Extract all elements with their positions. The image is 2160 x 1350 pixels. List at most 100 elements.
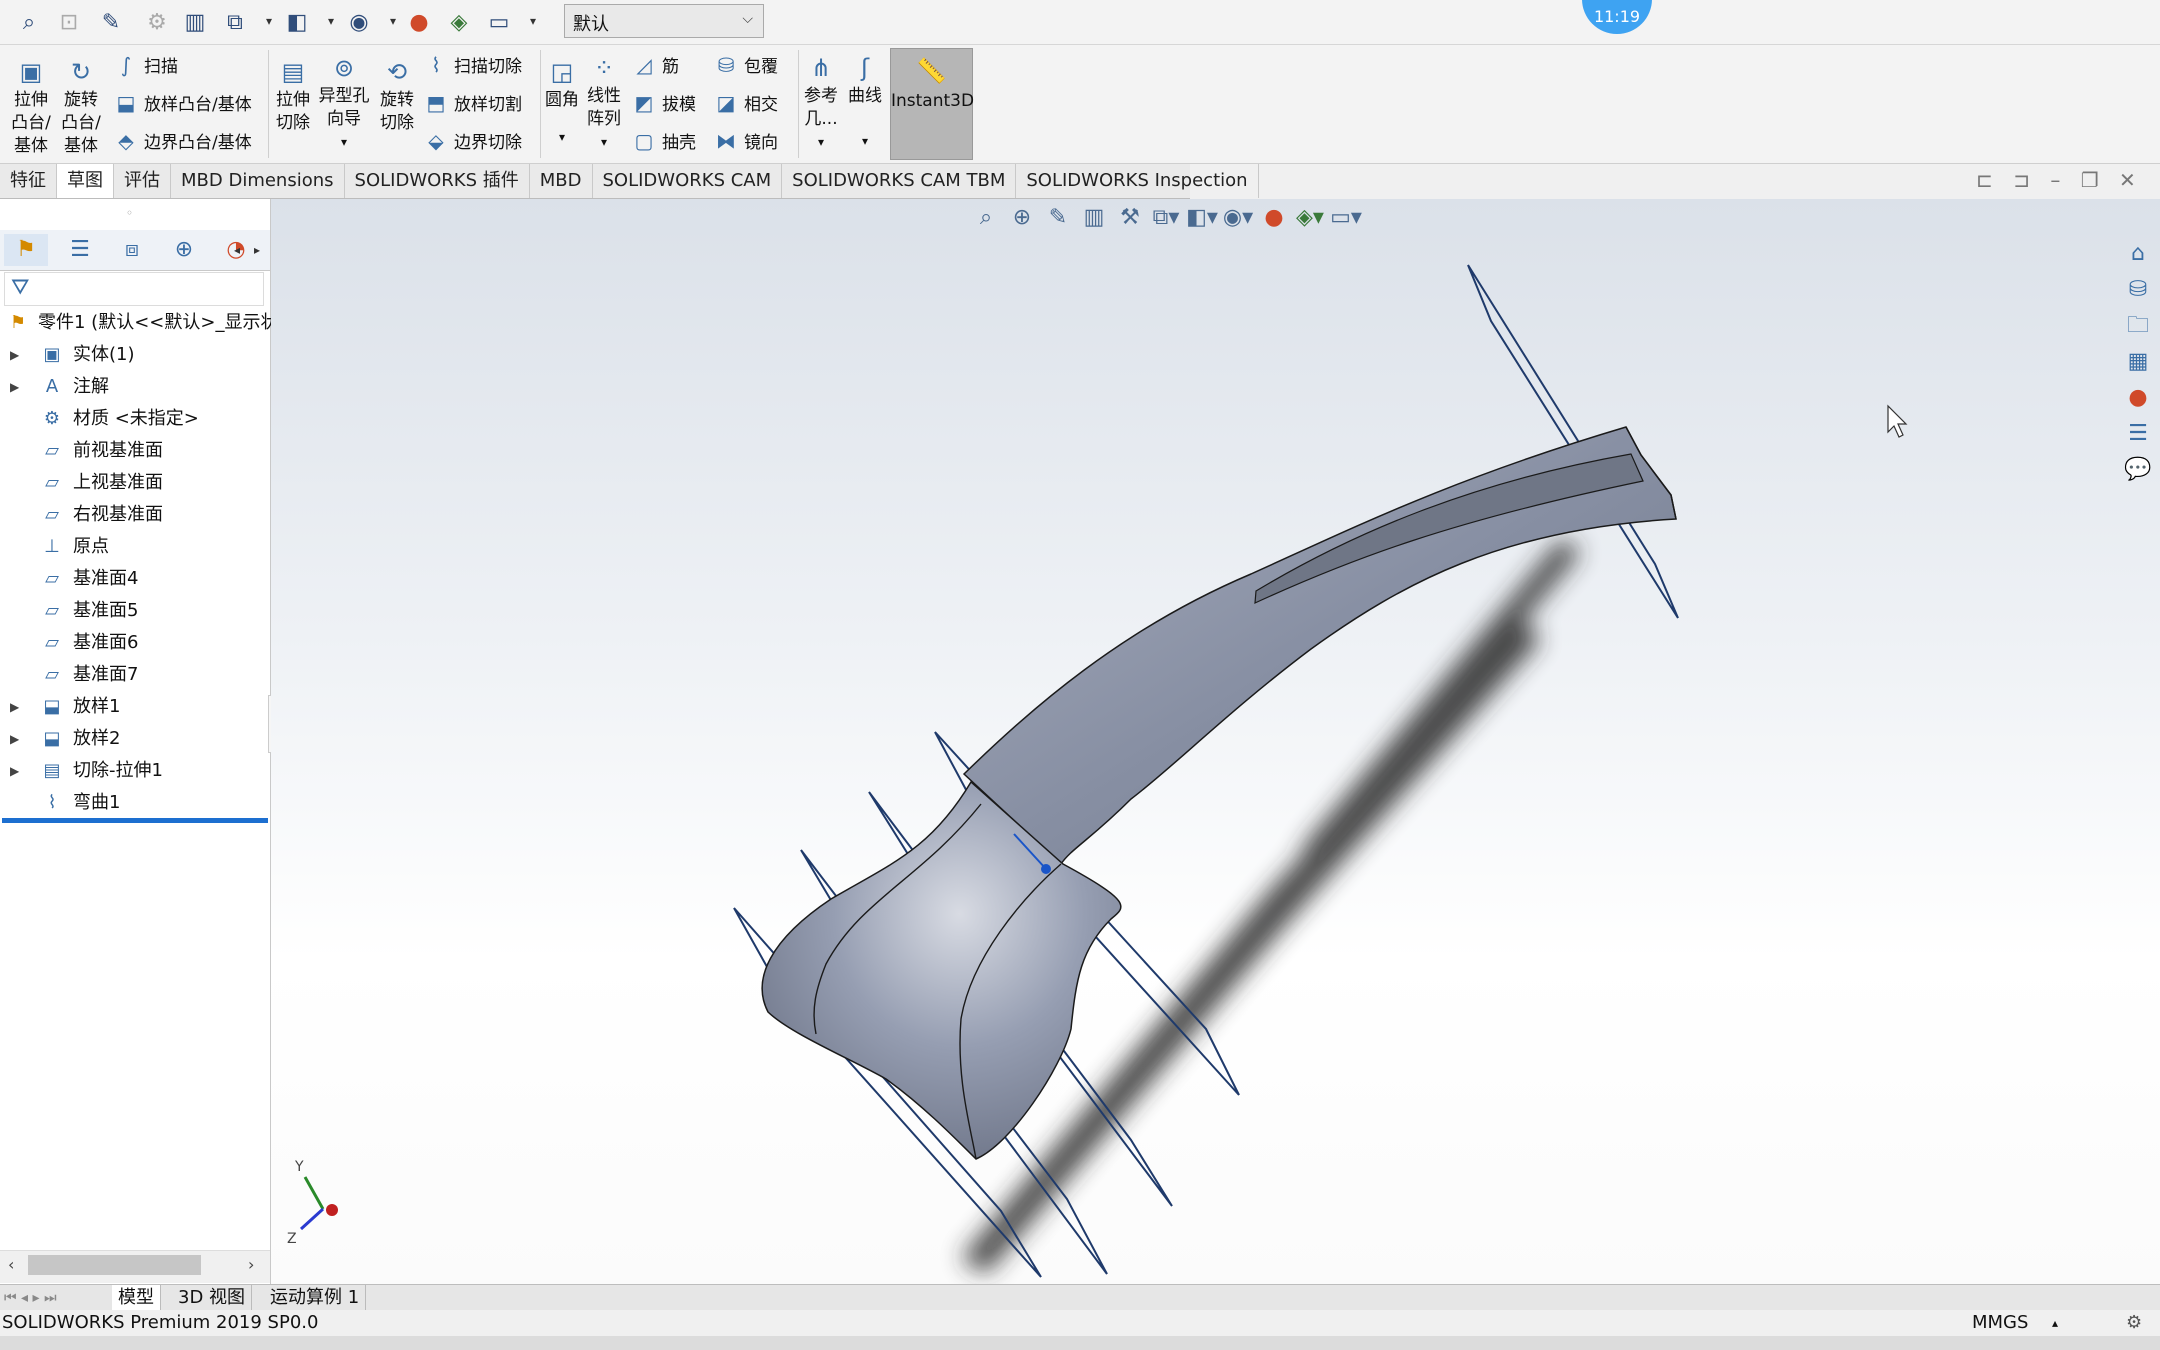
expand-arrow-icon[interactable]: ▶ [10, 755, 19, 787]
loft-cut-button[interactable]: ⬒ 放样切割 [422, 88, 522, 118]
appearance-icon[interactable]: ● [1258, 205, 1290, 230]
tab-8[interactable]: SOLIDWORKS Inspection [1016, 164, 1259, 198]
scene-icon[interactable]: ◈▾ [1294, 205, 1326, 230]
feature-tree-item[interactable]: ▱ 基准面7 [0, 659, 270, 691]
dynamic-annotation-icon[interactable]: ▥ [180, 7, 210, 37]
appearances-icon[interactable]: ● [2122, 382, 2154, 414]
feature-tree-root[interactable]: ⚑ 零件1 (默认<<默认>_显示状 [0, 307, 279, 339]
tab-motion-study[interactable]: 运动算例 1 [264, 1285, 367, 1311]
section-view-icon[interactable]: ▥ [1078, 205, 1110, 230]
tile-left-icon[interactable]: ⊏ [1976, 168, 1993, 196]
rib-button[interactable]: ◿ 筋 [630, 50, 679, 80]
feature-tree-filter[interactable]: ⛛ [4, 272, 264, 306]
previous-view-icon[interactable]: ✎ [96, 7, 126, 37]
feature-tree-item[interactable]: ⚙ 材质 <未指定> [0, 403, 270, 435]
view-settings-dropdown-icon[interactable]: ▾ [530, 14, 536, 28]
plane-7[interactable] [1467, 264, 1679, 619]
extrude-cut-button[interactable]: ▤ 拉伸 切除 [270, 57, 316, 135]
tab-3d-view[interactable]: 3D 视图 [172, 1285, 253, 1311]
draft-button[interactable]: ◩ 拔模 [630, 88, 696, 118]
loft-boss-button[interactable]: ⬓ 放样凸台/基体 [112, 88, 252, 118]
hide-show-dropdown-icon[interactable]: ▾ [390, 14, 396, 28]
minimize-icon[interactable]: – [2050, 168, 2060, 196]
mirror-button[interactable]: ⧓ 镜向 [712, 126, 778, 156]
display-style-icon[interactable]: ◧▾ [1186, 205, 1218, 230]
revolve-boss-button[interactable]: ↻ 旋转 凸台/ 基体 [58, 57, 104, 158]
configuration-select[interactable]: 默认 ⌵ [564, 4, 764, 38]
feature-tree-item[interactable]: ▶ A 注解 [0, 371, 270, 403]
zoom-to-fit-icon[interactable]: ⌕ [14, 7, 44, 37]
view-orientation-icon[interactable]: ⧉▾ [1150, 205, 1182, 230]
file-explorer-icon[interactable]: 🗀 [2122, 310, 2154, 342]
previous-view-icon[interactable]: ✎ [1042, 205, 1074, 230]
tab-6[interactable]: SOLIDWORKS CAM [593, 164, 783, 198]
feature-tree-tab-icon[interactable]: ⚑ [4, 234, 48, 266]
boundary-cut-button[interactable]: ⬙ 边界切除 [422, 126, 522, 156]
units-arrow-icon[interactable]: ▴ [2052, 1310, 2058, 1336]
hide-show-items-icon[interactable]: ◉▾ [1222, 205, 1254, 230]
feature-tree-item[interactable]: ⊥ 原点 [0, 531, 270, 563]
hammer-handle[interactable] [962, 426, 1677, 866]
feature-tree-item[interactable]: ▶ ▤ 切除-拉伸1 [0, 755, 270, 787]
linear-pattern-button[interactable]: ⁘ 线性 阵列 ▾ [584, 53, 624, 154]
tab-7[interactable]: SOLIDWORKS CAM TBM [782, 164, 1017, 198]
rollback-bar[interactable] [2, 818, 268, 823]
appearance-icon[interactable]: ● [404, 7, 434, 37]
instant3d-button[interactable]: 📏 Instant3D [890, 48, 974, 160]
tab-scroll-left-icon[interactable]: ◂ [228, 234, 246, 266]
feature-tree-item[interactable]: ▶ ⬓ 放样2 [0, 723, 270, 755]
expand-arrow-icon[interactable]: ▶ [10, 339, 19, 371]
scroll-right-icon[interactable]: › [248, 1255, 254, 1274]
expand-arrow-icon[interactable]: ▶ [10, 723, 19, 755]
boundary-boss-button[interactable]: ⬘ 边界凸台/基体 [112, 126, 251, 156]
tab-scroll-right-icon[interactable]: ▸ [248, 234, 266, 266]
tab-nav-arrows-icon[interactable]: ⏮ ◂ ▸ ⏭ [4, 1285, 57, 1311]
tab-0[interactable]: 特征 [0, 164, 57, 198]
tab-4[interactable]: SOLIDWORKS 插件 [345, 164, 530, 198]
curves-dropdown-icon[interactable]: ▾ [844, 130, 886, 153]
customize-statusbar-icon[interactable]: ⚙ [2126, 1310, 2142, 1336]
hide-show-items-icon[interactable]: ◉ [344, 7, 374, 37]
display-style-icon[interactable]: ◧ [282, 7, 312, 37]
linear-pattern-dropdown-icon[interactable]: ▾ [584, 131, 624, 154]
wrap-button[interactable]: ⛁ 包覆 [712, 50, 778, 80]
feature-tree-item[interactable]: ▱ 前视基准面 [0, 435, 270, 467]
section-view-icon[interactable]: ⚙ [142, 7, 172, 37]
configuration-manager-tab-icon[interactable]: ⧈ [110, 234, 154, 266]
tab-5[interactable]: MBD [530, 164, 593, 198]
intersect-button[interactable]: ◪ 相交 [712, 88, 778, 118]
sweep-cut-button[interactable]: ⌇ 扫描切除 [422, 50, 522, 80]
tab-model[interactable]: 模型 [112, 1285, 161, 1311]
custom-properties-icon[interactable]: ☰ [2122, 418, 2154, 450]
units-selector[interactable]: MMGS [1972, 1310, 2028, 1336]
feature-tree-item[interactable]: ▱ 右视基准面 [0, 499, 270, 531]
feature-tree-item[interactable]: ▶ ▣ 实体(1) [0, 339, 270, 371]
zoom-to-fit-icon[interactable]: ⌕ [970, 205, 1002, 230]
shell-button[interactable]: ▢ 抽壳 [630, 126, 696, 156]
hole-wizard-dropdown-icon[interactable]: ▾ [316, 131, 372, 154]
feature-tree-item[interactable]: ▶ ⬓ 放样1 [0, 691, 270, 723]
property-manager-tab-icon[interactable]: ☰ [58, 234, 102, 266]
expand-arrow-icon[interactable]: ▶ [10, 691, 19, 723]
resources-icon[interactable]: ⛁ [2122, 274, 2154, 306]
pane-splitter-handle[interactable]: ◦ [126, 206, 133, 220]
fillet-dropdown-icon[interactable]: ▾ [542, 126, 582, 149]
feature-tree-item[interactable]: ▱ 基准面5 [0, 595, 270, 627]
zoom-to-area-icon[interactable]: ⊕ [1006, 205, 1038, 230]
scroll-left-icon[interactable]: ‹ [8, 1255, 14, 1274]
view-settings-icon[interactable]: ▭▾ [1330, 205, 1362, 230]
fillet-button[interactable]: ◲ 圆角 ▾ [542, 57, 582, 149]
dimxpert-tab-icon[interactable]: ⊕ [162, 234, 206, 266]
design-library-icon[interactable]: ▦ [2122, 346, 2154, 378]
tab-2[interactable]: 评估 [114, 164, 171, 198]
tile-right-icon[interactable]: ⊐ [2013, 168, 2030, 196]
feature-tree-item[interactable]: ⌇ 弯曲1 [0, 787, 270, 819]
feature-tree-item[interactable]: ▱ 上视基准面 [0, 467, 270, 499]
graphics-viewport[interactable]: Y Z [271, 199, 2160, 1284]
revolve-cut-button[interactable]: ⟲ 旋转 切除 [374, 57, 420, 135]
restore-icon[interactable]: ❐ [2081, 168, 2099, 196]
feature-tree-item[interactable]: ▱ 基准面4 [0, 563, 270, 595]
view-orientation-icon[interactable]: ⧉ [220, 7, 250, 37]
forum-icon[interactable]: 💬 [2122, 454, 2154, 486]
view-orientation-dropdown-icon[interactable]: ▾ [266, 14, 272, 28]
